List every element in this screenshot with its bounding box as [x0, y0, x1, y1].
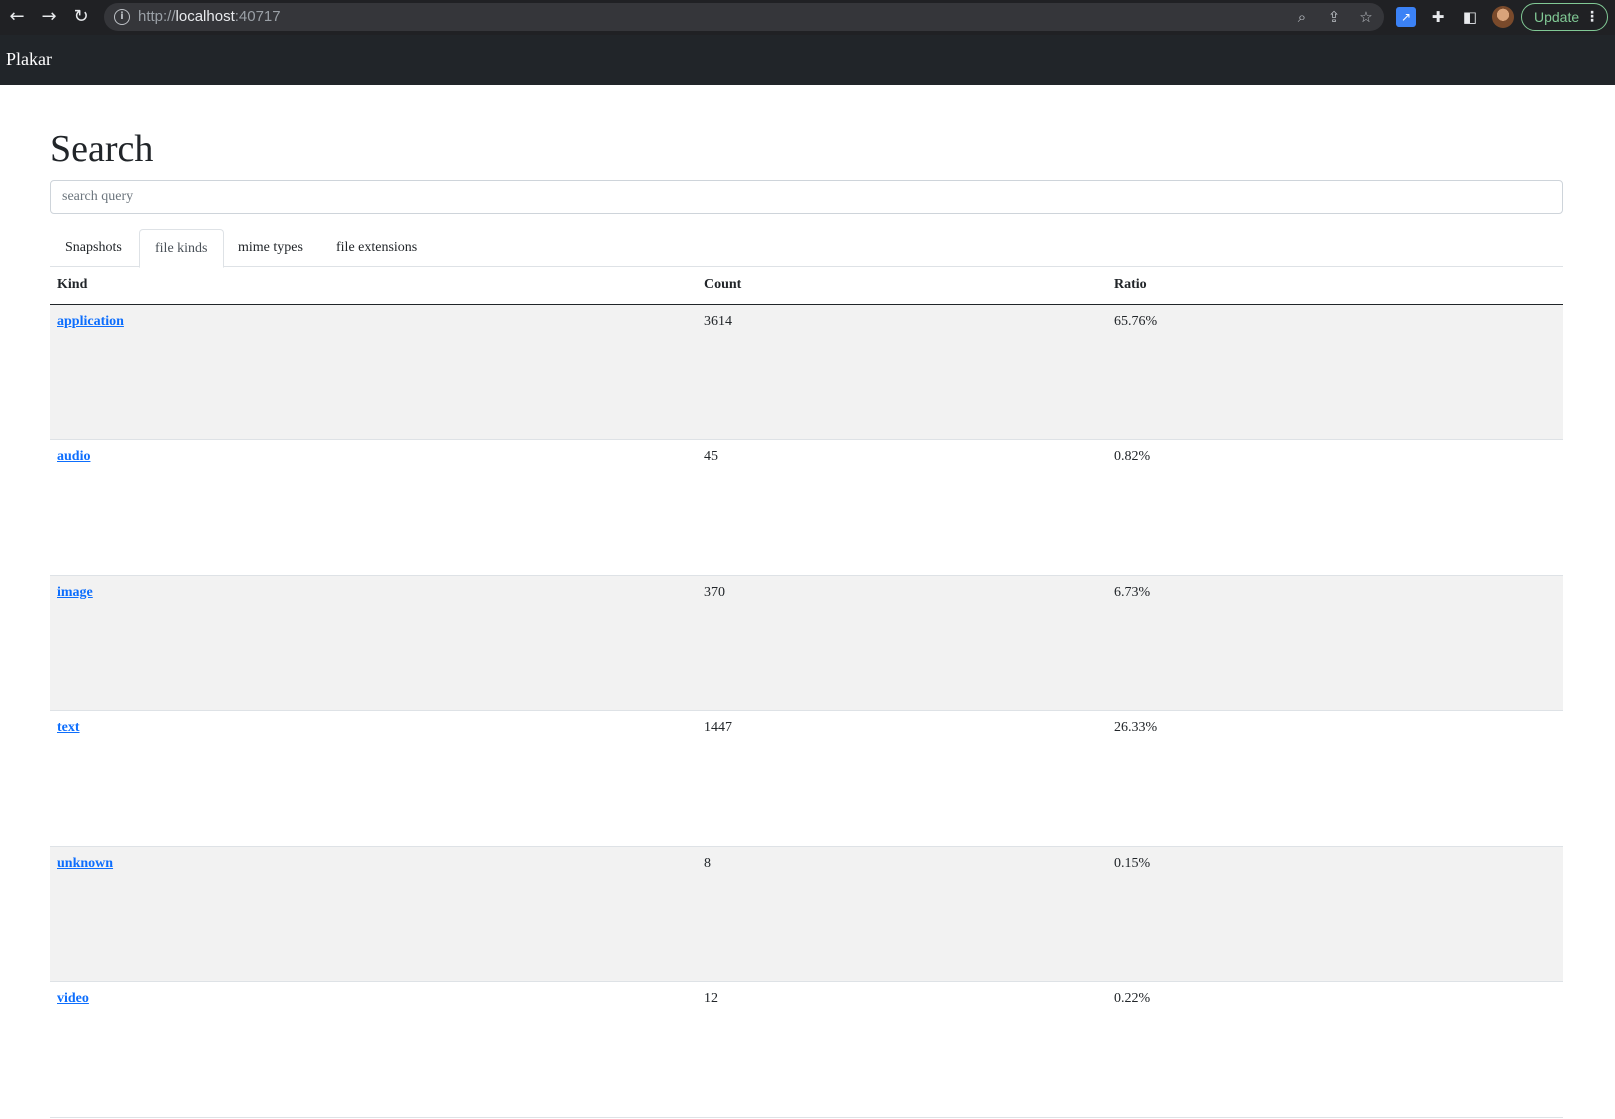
kind-cell: unknown [50, 846, 697, 982]
ratio-cell: 6.73% [1107, 575, 1563, 711]
header-ratio: Ratio [1107, 267, 1563, 305]
tab-snapshots[interactable]: Snapshots [50, 229, 137, 267]
table-row: application 3614 65.76% [50, 304, 1563, 440]
page-title: Search [50, 128, 154, 170]
zoom-icon[interactable]: ⌕ [1292, 7, 1312, 27]
count-cell: 45 [697, 439, 1107, 576]
file-kinds-table: Kind Count Ratio application 3614 65.76%… [50, 267, 1563, 1118]
ratio-cell: 0.22% [1107, 981, 1563, 1118]
header-count: Count [697, 267, 1107, 305]
back-icon[interactable]: ← [4, 4, 30, 30]
kind-cell: video [50, 981, 697, 1118]
menu-kebab-icon[interactable]: ⋮ [1585, 4, 1599, 30]
table-row: audio 45 0.82% [50, 439, 1563, 576]
extension-icon[interactable]: ↗ [1396, 7, 1416, 27]
brand-link[interactable]: Plakar [6, 49, 52, 70]
ratio-cell: 0.82% [1107, 439, 1563, 576]
share-icon[interactable]: ⇪ [1324, 7, 1344, 27]
search-input[interactable] [50, 180, 1563, 214]
kind-link-application[interactable]: application [57, 314, 124, 329]
address-bar[interactable]: i http://localhost:40717 ⌕ ⇪ ☆ [104, 3, 1384, 31]
table-row: unknown 8 0.15% [50, 846, 1563, 982]
kind-cell: image [50, 575, 697, 711]
table-row: text 1447 26.33% [50, 710, 1563, 847]
count-cell: 12 [697, 981, 1107, 1118]
tab-file-kinds[interactable]: file kinds [139, 229, 224, 268]
reload-icon[interactable]: ↻ [68, 4, 94, 30]
site-info-icon[interactable]: i [114, 9, 130, 25]
count-cell: 8 [697, 846, 1107, 982]
forward-icon[interactable]: → [36, 4, 62, 30]
count-cell: 370 [697, 575, 1107, 711]
table-header-row: Kind Count Ratio [50, 267, 1563, 305]
kind-link-text[interactable]: text [57, 720, 80, 735]
tab-file-extensions[interactable]: file extensions [321, 229, 432, 267]
kind-link-audio[interactable]: audio [57, 449, 90, 464]
kind-cell: text [50, 710, 697, 847]
table-row: image 370 6.73% [50, 575, 1563, 711]
ratio-cell: 0.15% [1107, 846, 1563, 982]
url-text[interactable]: http://localhost:40717 [138, 8, 281, 25]
puzzle-extensions-icon[interactable]: ✚ [1428, 7, 1448, 27]
header-kind: Kind [50, 267, 697, 305]
tab-mime-types[interactable]: mime types [223, 229, 318, 267]
update-button[interactable]: Update ⋮ [1521, 3, 1608, 31]
kind-link-unknown[interactable]: unknown [57, 856, 113, 871]
bookmark-star-icon[interactable]: ☆ [1356, 7, 1376, 27]
table-row: video 12 0.22% [50, 981, 1563, 1118]
ratio-cell: 65.76% [1107, 304, 1563, 440]
count-cell: 3614 [697, 304, 1107, 440]
kind-link-image[interactable]: image [57, 585, 93, 600]
ratio-cell: 26.33% [1107, 710, 1563, 847]
tab-bar: Snapshots file kinds mime types file ext… [50, 229, 1563, 268]
kind-cell: audio [50, 439, 697, 576]
count-cell: 1447 [697, 710, 1107, 847]
kind-link-video[interactable]: video [57, 991, 89, 1006]
profile-avatar[interactable] [1492, 6, 1514, 28]
app-navbar: Plakar [0, 35, 1615, 85]
kind-cell: application [50, 304, 697, 440]
browser-toolbar: ← → ↻ i http://localhost:40717 ⌕ ⇪ ☆ ↗ ✚… [0, 0, 1615, 35]
side-panel-icon[interactable]: ◧ [1460, 7, 1480, 27]
